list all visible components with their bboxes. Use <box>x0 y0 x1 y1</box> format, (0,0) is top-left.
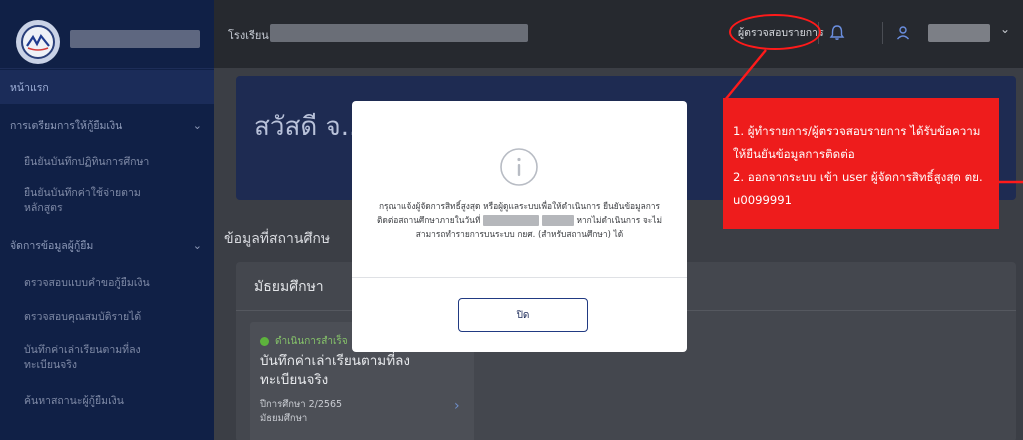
task-term: ปีการศึกษา 2/2565 <box>260 399 343 410</box>
annotation-box: 1. ผู้ทำรายการ/ผู้ตรวจสอบรายการ ได้รับข้… <box>723 98 999 229</box>
sidebar-item-label: ยืนยันบันทึกปฏิทินการศึกษา <box>24 155 150 168</box>
sidebar-item-label: หน้าแรก <box>10 81 49 94</box>
sidebar-item-label: จัดการข้อมูลผู้กู้ยืม <box>10 239 94 252</box>
chevron-down-icon: ⌄ <box>192 118 202 132</box>
modal-divider <box>352 277 687 278</box>
sidebar-item-tuition-record[interactable]: บันทึกค่าเล่าเรียนตามที่ลงทะเบียนจริง <box>0 334 214 382</box>
sidebar-item-borrower-management[interactable]: จัดการข้อมูลผู้กู้ยืม ⌄ <box>0 224 214 266</box>
chevron-down-icon: ⌄ <box>192 238 202 252</box>
user-icon[interactable] <box>894 24 912 42</box>
sidebar-item-academic-calendar[interactable]: ยืนยันบันทึกปฏิทินการศึกษา <box>0 146 214 178</box>
sidebar-item-curriculum-expenses[interactable]: ยืนยันบันทึกค่าใช้จ่ายตามหลักสูตร <box>0 178 214 224</box>
bell-icon[interactable] <box>828 24 846 42</box>
sidebar-nav: หน้าแรก การเตรียมการให้กู้ยืมเงิน ⌄ ยืนย… <box>0 70 214 420</box>
chevron-right-icon[interactable]: › <box>454 398 460 414</box>
sidebar-item-label: ค้นหาสถานะผู้กู้ยืมเงิน <box>24 394 124 407</box>
level-title: มัธยมศึกษา <box>254 279 324 295</box>
sidebar-item-label: ยืนยันบันทึกค่าใช้จ่ายตามหลักสูตร <box>24 187 141 214</box>
sidebar-item-label: ตรวจสอบแบบคำขอกู้ยืมเงิน <box>24 276 150 289</box>
sidebar-item-check-loan-request[interactable]: ตรวจสอบแบบคำขอกู้ยืมเงิน <box>0 266 214 300</box>
sidebar-item-borrower-status[interactable]: ค้นหาสถานะผู้กู้ยืมเงิน <box>0 382 214 420</box>
top-header: โรงเรียน ผู้ตรวจสอบรายการ ⌄ <box>214 0 1023 68</box>
annotation-step-1: 1. ผู้ทำรายการ/ผู้ตรวจสอบรายการ ได้รับข้… <box>733 124 981 161</box>
notice-modal: กรุณาแจ้งผู้จัดการสิทธิ์สูงสุด หรือผู้ดู… <box>352 101 687 352</box>
app-logo[interactable] <box>16 20 60 64</box>
sidebar-item-check-income[interactable]: ตรวจสอบคุณสมบัติรายได้ <box>0 300 214 334</box>
sidebar-item-loan-preparation[interactable]: การเตรียมการให้กู้ยืมเงิน ⌄ <box>0 104 214 146</box>
task-level: มัธยมศึกษา <box>260 413 308 424</box>
chevron-down-icon[interactable]: ⌄ <box>1000 22 1010 36</box>
app-name-redacted <box>70 30 200 48</box>
school-name-redacted <box>270 24 528 42</box>
sidebar-item-label: การเตรียมการให้กู้ยืมเงิน <box>10 119 123 132</box>
date-redacted <box>541 215 574 226</box>
school-label: โรงเรียน <box>228 29 269 42</box>
status-badge: ดำเนินการสำเร็จ <box>260 334 348 349</box>
annotation-step-2: 2. ออกจากระบบ เข้า user ผู้จัดการสิทธิ์ส… <box>733 170 983 207</box>
task-meta: ปีการศึกษา 2/2565 มัธยมศึกษา <box>260 398 342 426</box>
date-redacted <box>483 215 540 226</box>
section-title: ข้อมูลที่สถานศึกษ <box>224 231 331 247</box>
status-dot-icon <box>260 337 269 346</box>
sidebar-item-home[interactable]: หน้าแรก <box>0 70 214 104</box>
logo-icon <box>21 25 55 59</box>
sidebar-item-label: ตรวจสอบคุณสมบัติรายได้ <box>24 310 142 323</box>
welcome-title: สวัสดี จ... <box>254 112 366 142</box>
status-label: ดำเนินการสำเร็จ <box>275 336 348 347</box>
annotation-circle <box>729 14 821 50</box>
task-title: บันทึกค่าเล่าเรียนตามที่ลงทะเบียนจริง <box>260 353 410 388</box>
username-redacted[interactable] <box>928 24 990 42</box>
sidebar: หน้าแรก การเตรียมการให้กู้ยืมเงิน ⌄ ยืนย… <box>0 0 214 440</box>
modal-message: กรุณาแจ้งผู้จัดการสิทธิ์สูงสุด หรือผู้ดู… <box>372 199 667 241</box>
header-divider <box>882 22 883 44</box>
sidebar-divider <box>0 68 214 69</box>
info-icon <box>500 148 538 186</box>
sidebar-item-label: บันทึกค่าเล่าเรียนตามที่ลงทะเบียนจริง <box>24 344 141 371</box>
close-button[interactable]: ปิด <box>458 298 588 332</box>
